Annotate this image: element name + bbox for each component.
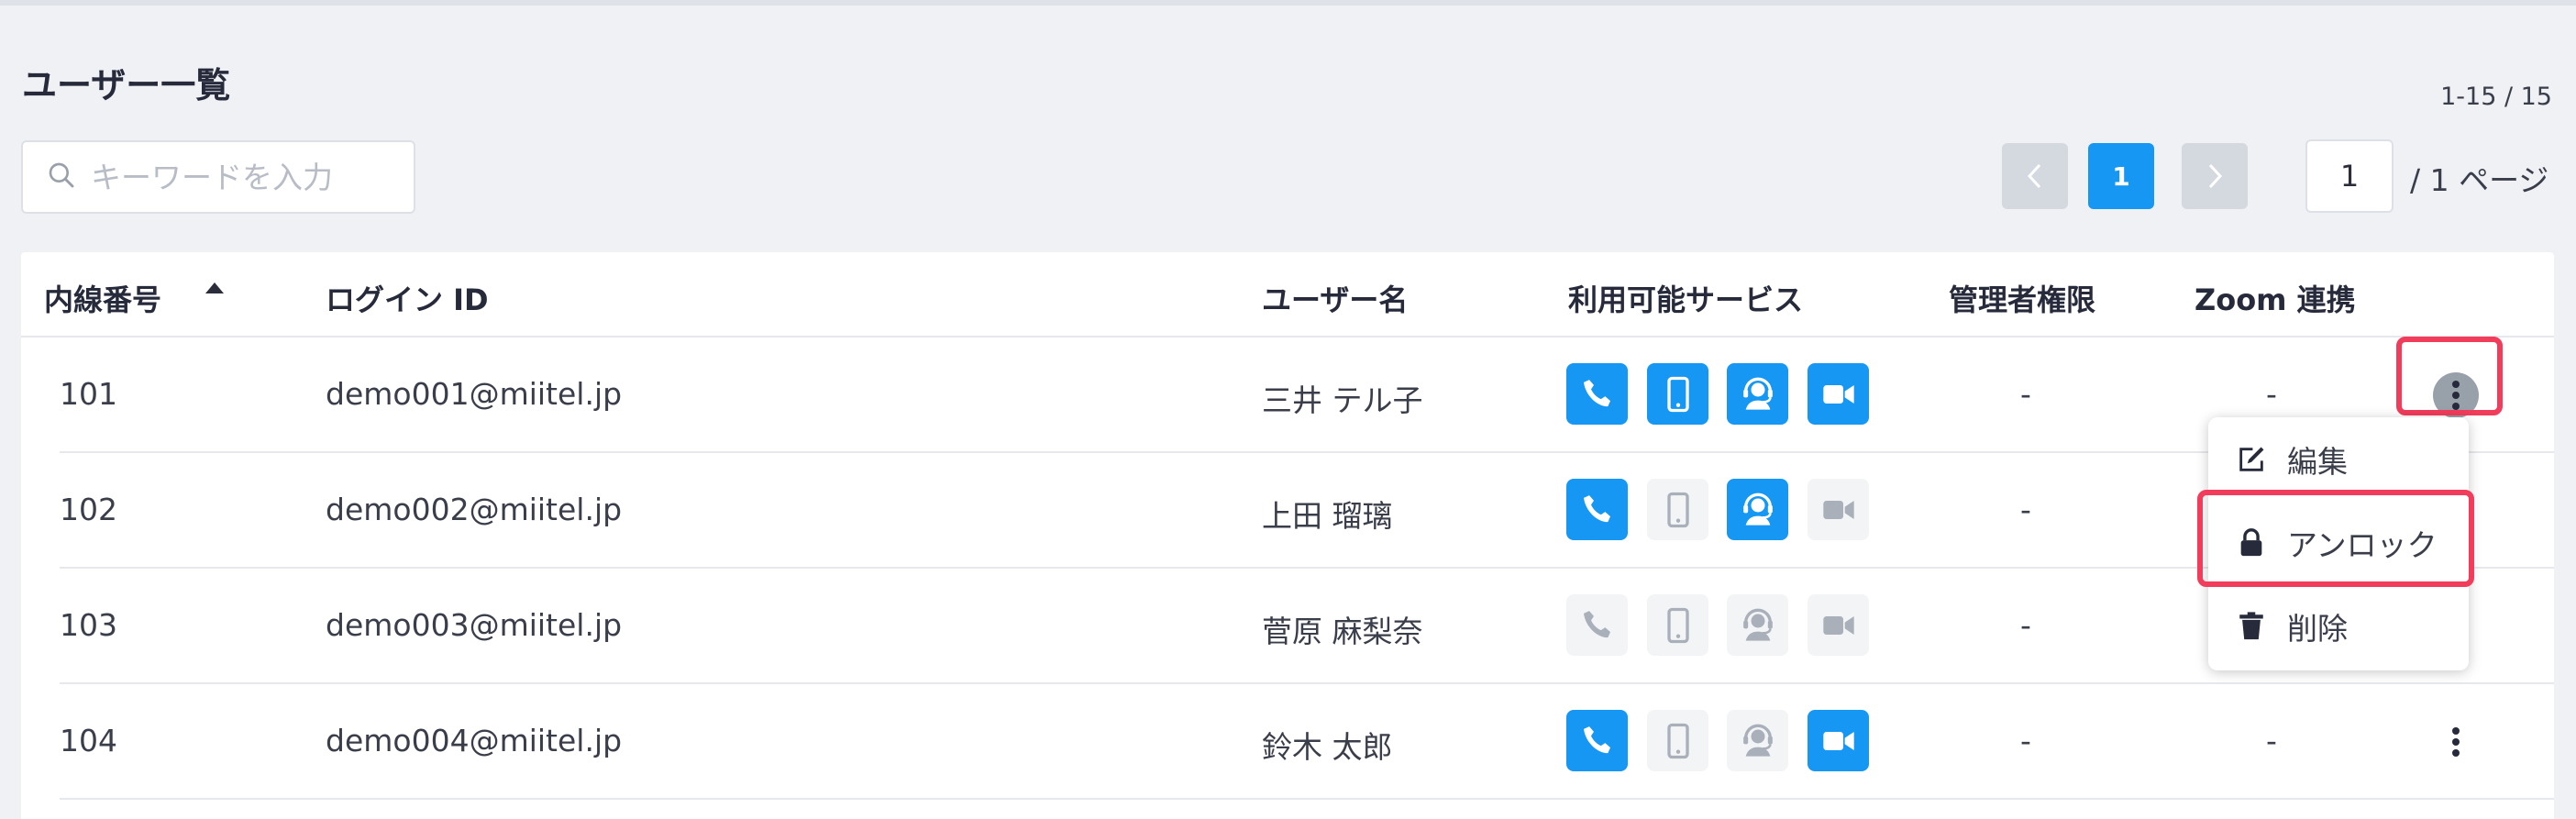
extension-number: 103 xyxy=(60,607,117,643)
page-total: / 1 ページ xyxy=(2410,162,2549,198)
column-header-login-id[interactable]: ログイン ID xyxy=(326,277,489,319)
service-phone-icon xyxy=(1566,710,1628,771)
chevron-right-icon xyxy=(2208,163,2223,189)
service-mobile-icon xyxy=(1647,594,1708,656)
row-divider xyxy=(60,798,2554,800)
login-id: demo001@miitel.jp xyxy=(326,376,623,412)
user-name: 鈴木 太郎 xyxy=(1262,729,1393,765)
login-id: demo003@miitel.jp xyxy=(326,607,623,643)
page-title: ユーザー一覧 xyxy=(22,65,231,105)
column-header-admin: 管理者権限 xyxy=(1949,282,2096,317)
page-button-current[interactable]: 1 xyxy=(2088,143,2154,209)
extension-number: 104 xyxy=(60,723,117,758)
service-phone-icon xyxy=(1566,363,1628,425)
service-zoom-icon xyxy=(1808,594,1869,656)
admin-value: - xyxy=(2020,376,2031,412)
table-row[interactable]: 102 demo002@miitel.jp 上田 瑠璃 - xyxy=(21,453,2554,569)
admin-value: - xyxy=(2020,492,2031,527)
login-id: demo002@miitel.jp xyxy=(326,492,623,527)
user-name: 上田 瑠璃 xyxy=(1262,498,1393,534)
zoom-value: - xyxy=(2266,376,2277,412)
table-row[interactable]: 103 demo003@miitel.jp 菅原 麻梨奈 - xyxy=(21,569,2554,684)
chevron-left-icon xyxy=(2027,163,2041,189)
prev-page-button[interactable] xyxy=(2002,143,2068,209)
menu-item-label: 削除 xyxy=(2287,611,2348,647)
menu-item-label: 編集 xyxy=(2287,444,2348,480)
user-name: 菅原 麻梨奈 xyxy=(1262,614,1423,649)
admin-value: - xyxy=(2020,607,2031,643)
row-menu-button[interactable] xyxy=(2433,719,2479,765)
zoom-value: - xyxy=(2266,723,2277,758)
column-header-extension[interactable]: 内線番号 xyxy=(44,277,161,319)
table-row[interactable]: 101 demo001@miitel.jp 三井 テル子 - - xyxy=(21,338,2554,453)
search-icon xyxy=(47,160,76,194)
highlight-box-menu-button xyxy=(2396,337,2503,415)
extension-number: 101 xyxy=(60,376,117,412)
search-input[interactable] xyxy=(91,159,403,195)
service-zoom-icon xyxy=(1808,479,1869,540)
next-page-button[interactable] xyxy=(2182,143,2248,209)
sort-ascending-icon[interactable] xyxy=(205,282,224,293)
more-vertical-icon xyxy=(2452,727,2460,757)
service-headset-icon xyxy=(1727,710,1788,771)
service-headset-icon xyxy=(1727,594,1788,656)
admin-value: - xyxy=(2020,723,2031,758)
column-header-services: 利用可能サービス xyxy=(1568,282,1804,317)
service-phone-icon xyxy=(1566,594,1628,656)
service-headset-icon xyxy=(1727,479,1788,540)
column-header-zoom: Zoom 連携 xyxy=(2195,282,2356,317)
service-headset-icon xyxy=(1727,363,1788,425)
service-mobile-icon xyxy=(1647,710,1708,771)
service-mobile-icon xyxy=(1647,479,1708,540)
service-zoom-icon xyxy=(1808,710,1869,771)
service-mobile-icon xyxy=(1647,363,1708,425)
menu-item-edit[interactable]: 編集 xyxy=(2208,423,2469,496)
edit-icon xyxy=(2239,447,2264,471)
table-row[interactable]: 104 demo004@miitel.jp 鈴木 太郎 - - xyxy=(21,684,2554,800)
user-name: 三井 テル子 xyxy=(1262,382,1423,418)
result-count: 1-15 / 15 xyxy=(2440,83,2552,111)
trash-icon xyxy=(2239,612,2263,640)
page-number-input[interactable] xyxy=(2305,139,2394,213)
service-phone-icon xyxy=(1566,479,1628,540)
highlight-box-unlock xyxy=(2197,490,2474,587)
column-header-username[interactable]: ユーザー名 xyxy=(1262,277,1408,319)
top-border xyxy=(0,0,2576,6)
menu-item-delete[interactable]: 削除 xyxy=(2208,590,2469,663)
service-zoom-icon xyxy=(1808,363,1869,425)
search-box[interactable] xyxy=(21,140,415,214)
extension-number: 102 xyxy=(60,492,117,527)
login-id: demo004@miitel.jp xyxy=(326,723,623,758)
